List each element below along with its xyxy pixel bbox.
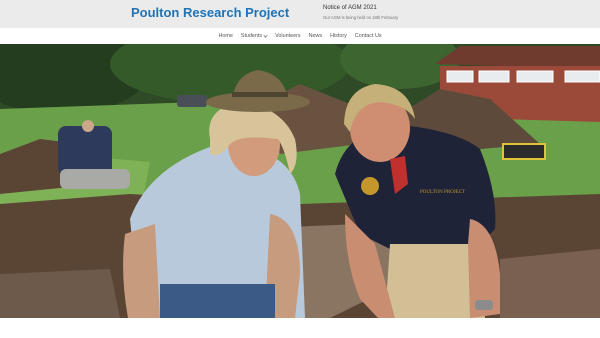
- nav-item-history[interactable]: History: [330, 33, 347, 39]
- nav-item-news[interactable]: News: [309, 33, 322, 39]
- brick-remains: [500, 249, 600, 318]
- nav-bar: Home Students Volunteers News History Co…: [0, 28, 600, 44]
- nav-item-volunteers[interactable]: Volunteers: [275, 33, 300, 39]
- notice-text: Our AGM is being held on 18th February: [323, 15, 399, 20]
- nav-item-home[interactable]: Home: [218, 33, 232, 39]
- header-bar: Poulton Research Project Notice of AGM 2…: [0, 0, 600, 28]
- notice-title[interactable]: Notice of AGM 2021: [323, 5, 377, 11]
- parked-car: [177, 95, 207, 107]
- nav-item-contact-us[interactable]: Contact Us: [355, 33, 382, 39]
- nav-item-students[interactable]: Students: [240, 33, 268, 39]
- chevron-down-icon: [263, 33, 268, 38]
- shirt-logo-text: POULTON PROJECT: [420, 190, 465, 195]
- nav-menu: Home Students Volunteers News History Co…: [0, 28, 600, 44]
- hero-image: POULTON PROJECT: [0, 44, 600, 318]
- stone-rubble: [0, 269, 120, 318]
- hero-photo: POULTON PROJECT: [0, 44, 600, 318]
- equipment-box: [502, 143, 546, 160]
- nav-item-students-label: Students: [240, 33, 263, 39]
- site-title[interactable]: Poulton Research Project: [131, 5, 289, 20]
